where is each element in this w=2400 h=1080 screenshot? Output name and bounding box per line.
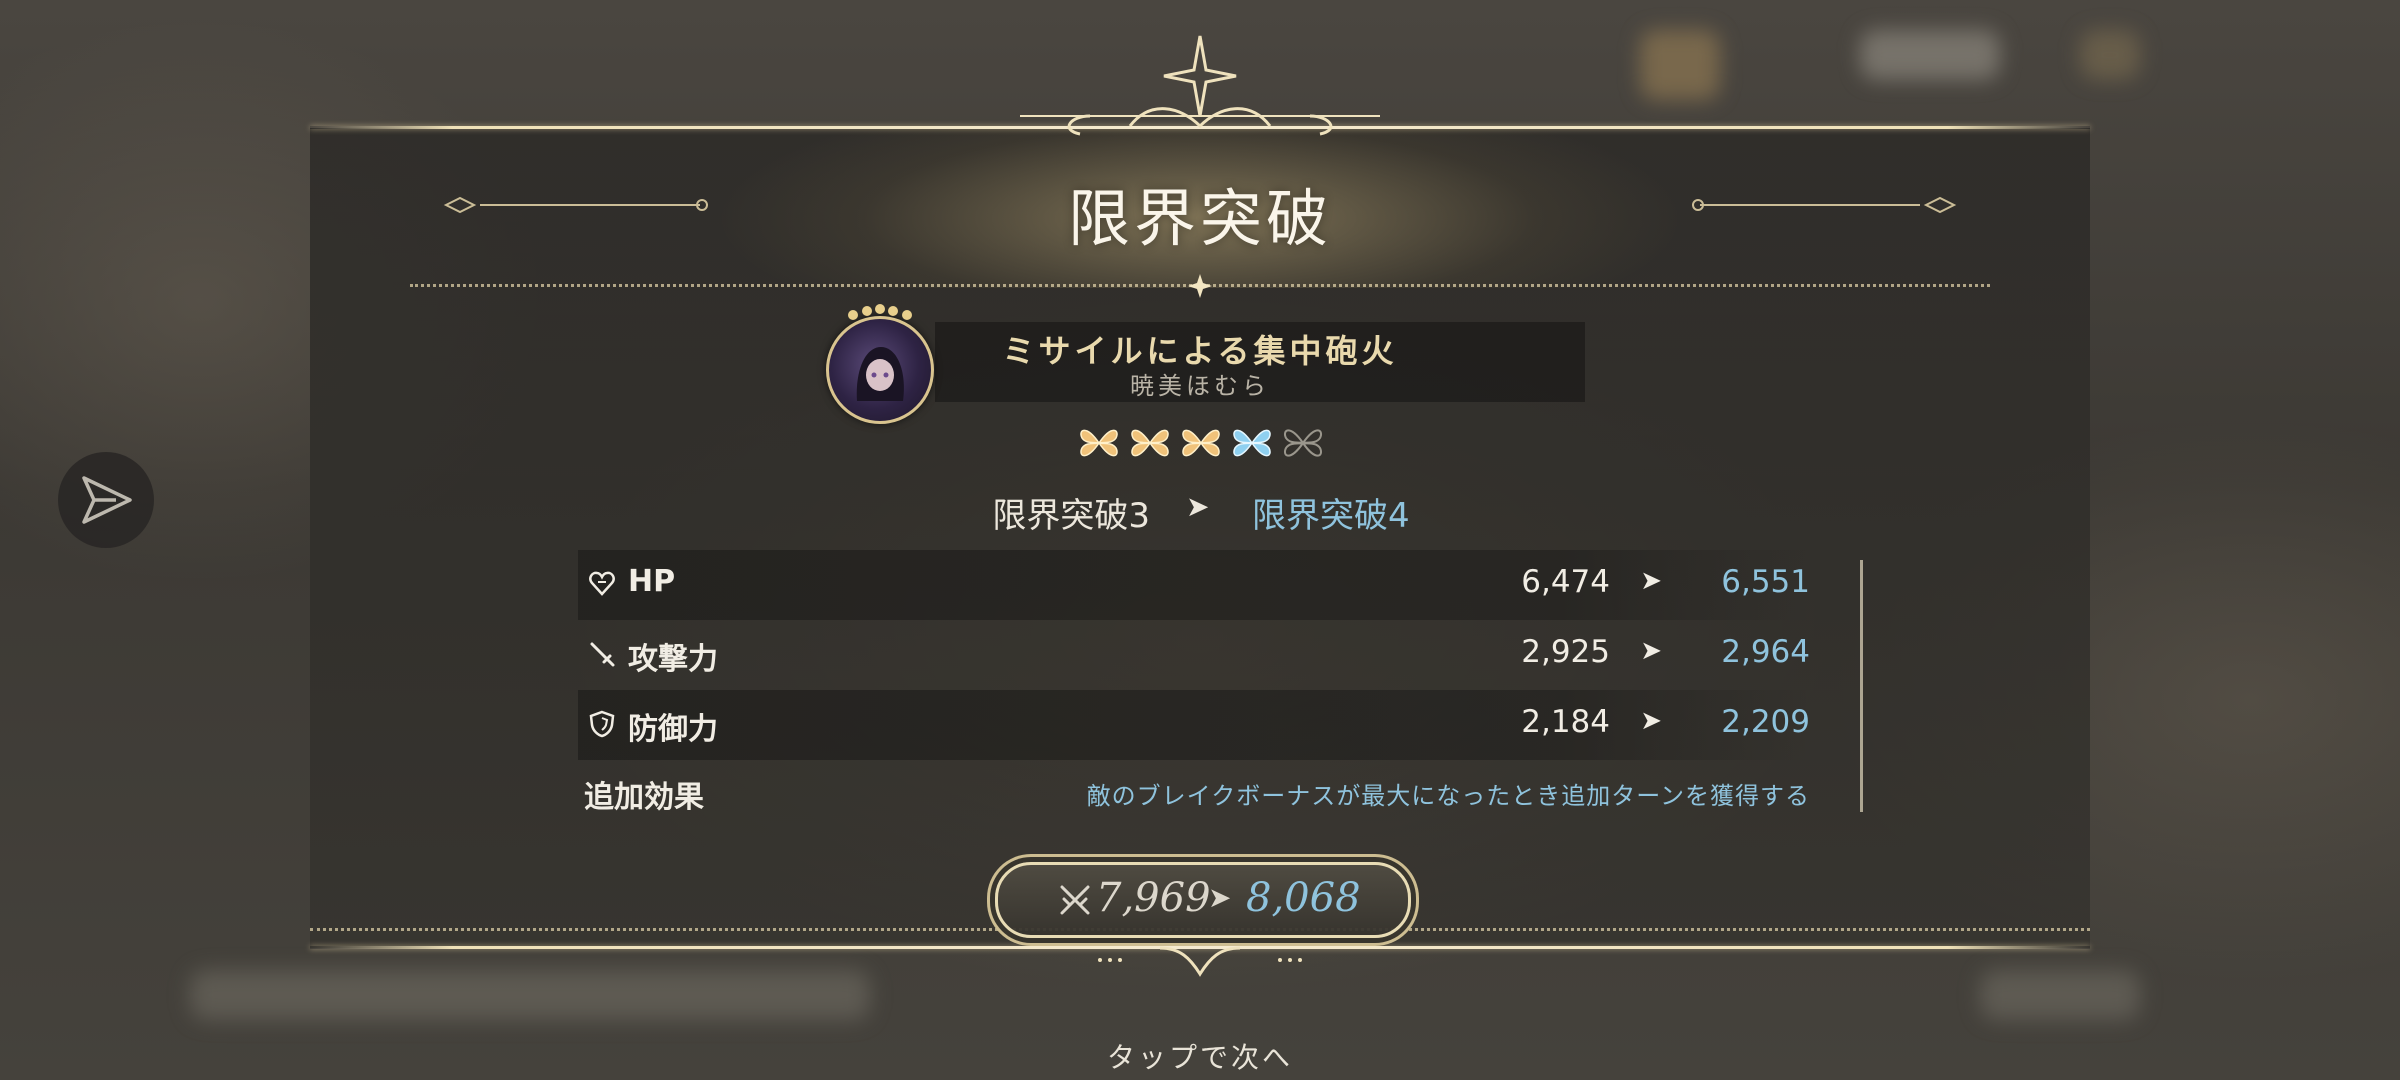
combat-power-arrow: ➤ bbox=[1208, 881, 1232, 914]
stat-row-hp: HP 6,474 ➤ 6,551 bbox=[578, 550, 1810, 620]
heart-icon bbox=[589, 571, 615, 596]
limit-break-gems bbox=[1076, 420, 1326, 466]
gold-gem-icon bbox=[1182, 429, 1220, 457]
character-portrait-icon bbox=[856, 347, 904, 401]
stats-scrollbar bbox=[1860, 560, 1863, 812]
share-button[interactable] bbox=[58, 452, 154, 548]
gold-gem-icon bbox=[1080, 429, 1118, 457]
shield-icon bbox=[589, 710, 615, 738]
stat-row-attack: 攻撃力 2,925 ➤ 2,964 bbox=[578, 620, 1810, 690]
gold-gem-icon bbox=[1131, 429, 1169, 457]
blue-gem-icon bbox=[1233, 429, 1271, 457]
stat-new-value: 6,551 bbox=[1721, 564, 1810, 600]
page-title: 限界突破 bbox=[1067, 182, 1332, 255]
stat-label: 攻撃力 bbox=[628, 642, 718, 677]
bottom-ornament-icon bbox=[1098, 946, 1302, 977]
crown-icon bbox=[848, 304, 912, 320]
stat-old-value: 2,925 bbox=[1521, 634, 1610, 670]
crossed-swords-icon bbox=[1060, 885, 1090, 915]
stat-arrow: ➤ bbox=[1640, 636, 1662, 666]
extra-effect-row: 追加効果 敵のブレイクボーナスが最大になったとき追加ターンを獲得する bbox=[578, 760, 1810, 830]
character-name: 暁美ほむら bbox=[1130, 372, 1270, 400]
tap-to-continue[interactable]: タップで次へ bbox=[0, 1036, 2400, 1076]
stat-label: HP bbox=[628, 564, 676, 599]
combat-power-old: 7,969 bbox=[1096, 875, 1211, 921]
combat-power-new: 8,068 bbox=[1246, 875, 1361, 921]
top-ornament-icon bbox=[1020, 35, 1380, 136]
extra-effect-text: 敵のブレイクボーナスが最大になったとき追加ターンを獲得する bbox=[1086, 782, 1810, 810]
stats-table: HP 6,474 ➤ 6,551 攻撃力 2,925 ➤ 2,964 防御力 2… bbox=[578, 550, 1810, 830]
extra-effect-label: 追加効果 bbox=[584, 780, 704, 815]
limit-break-from: 限界突破3 bbox=[992, 496, 1150, 536]
character-avatar bbox=[826, 304, 934, 424]
divider-star-icon bbox=[1188, 274, 1212, 298]
stat-old-value: 2,184 bbox=[1521, 704, 1610, 740]
empty-gem-icon bbox=[1284, 429, 1322, 457]
limit-break-to: 限界突破4 bbox=[1252, 496, 1410, 536]
limit-break-arrow: ➤ bbox=[1186, 490, 1210, 523]
stat-new-value: 2,209 bbox=[1721, 704, 1810, 740]
share-arrow-icon bbox=[82, 476, 132, 524]
combat-power-badge: 7,969 ➤ 8,068 bbox=[995, 862, 1411, 938]
sword-icon bbox=[590, 642, 615, 667]
stat-row-defense: 防御力 2,184 ➤ 2,209 bbox=[578, 690, 1810, 760]
stat-label: 防御力 bbox=[628, 712, 718, 747]
stat-arrow: ➤ bbox=[1640, 706, 1662, 736]
stat-new-value: 2,964 bbox=[1721, 634, 1810, 670]
stat-arrow: ➤ bbox=[1640, 566, 1662, 596]
stat-old-value: 6,474 bbox=[1521, 564, 1610, 600]
